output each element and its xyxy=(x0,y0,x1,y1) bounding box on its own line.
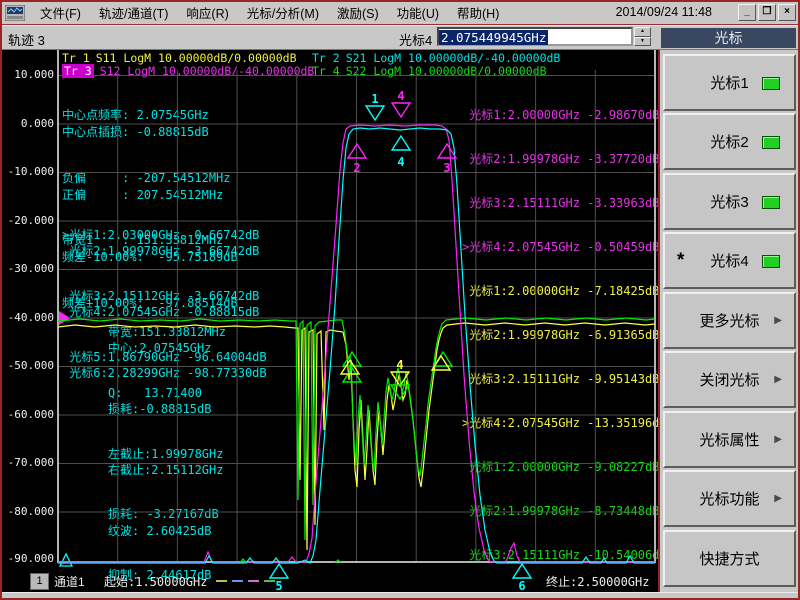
softkey-menu-title: 光标 xyxy=(661,28,796,48)
bottom-edge-strip xyxy=(0,592,800,600)
channel-status-bar: 1 通道1 起始:1.50000GHz 终止:2.50000GHz xyxy=(0,570,660,592)
marker2-on-led xyxy=(762,136,780,149)
marker4-flag-magenta: 4 xyxy=(397,89,404,103)
marker3-flag-label: 3 xyxy=(443,161,450,175)
menu-bar: 文件(F) 轨迹/通道(T) 响应(R) 光标/分析(M) 激励(S) 功能(U… xyxy=(0,0,800,25)
datetime-display: 2014/09/24 11:48 xyxy=(616,5,712,19)
spin-down-button[interactable]: ▼ xyxy=(634,37,651,47)
softkey-marker4[interactable]: *光标4 xyxy=(663,232,796,289)
spin-up-button[interactable]: ▲ xyxy=(634,27,651,37)
filter-stats-readout: 带宽:151.33812MHz中心:2.07545GHz Q: 13.71400… xyxy=(108,296,226,600)
trace4-legend[interactable]: Tr 4S22 LogM 10.00000dB/0.00000dB xyxy=(312,64,547,78)
trace4-color-dash xyxy=(264,580,275,582)
marker-list-traces-3-1-4: 光标1:2.00000GHz -2.98670dB 光标2:1.99978GHz… xyxy=(462,79,667,600)
softkey-marker1[interactable]: 光标1 xyxy=(663,54,796,111)
stop-frequency-label: 终止:2.50000GHz xyxy=(546,573,649,590)
submenu-arrow-icon: ▶ xyxy=(774,493,782,504)
trace3-color-dash xyxy=(248,580,259,582)
softkey-marker3[interactable]: 光标3 xyxy=(663,173,796,230)
restore-button[interactable]: ❐ xyxy=(758,4,776,21)
entry-toolbar: 轨迹 3 光标4 2.075449945GHz ▲ ▼ 光标 xyxy=(0,25,800,50)
menu-marker-analysis[interactable]: 光标/分析(M) xyxy=(238,0,328,25)
marker4-flag-yellow: 4 xyxy=(396,358,403,372)
marker4-on-led xyxy=(762,255,780,268)
softkey-marker-functions[interactable]: 光标功能▶ xyxy=(663,470,796,527)
menu-utility[interactable]: 功能(U) xyxy=(388,0,448,25)
panel-divider xyxy=(658,25,660,592)
trace-bottom-tick xyxy=(335,560,341,563)
channel-number-badge: 1 xyxy=(30,573,49,590)
menu-stimulus[interactable]: 激励(S) xyxy=(328,0,388,25)
trace2-ref-marker xyxy=(60,554,72,566)
menu-trace-channel[interactable]: 轨迹/通道(T) xyxy=(90,0,177,25)
active-trace-label: 轨迹 3 xyxy=(8,30,45,49)
trace2-legend[interactable]: Tr 2S21 LogM 10.00000dB/-40.00000dB xyxy=(312,51,560,65)
trace2-color-dash xyxy=(232,580,243,582)
menu-file[interactable]: 文件(F) xyxy=(31,0,90,25)
trace-bottom-tick xyxy=(240,559,246,563)
marker3-on-led xyxy=(762,196,780,209)
softkey-marker-off[interactable]: 关闭光标▶ xyxy=(663,351,796,408)
marker4-flag-cyan: 4 xyxy=(397,155,404,169)
trace1-color-dash xyxy=(216,580,227,582)
submenu-arrow-icon: ▶ xyxy=(774,374,782,385)
minimize-button[interactable]: _ xyxy=(738,4,756,21)
active-softkey-star: * xyxy=(677,250,684,272)
softkey-panel: 光标1 光标2 光标3 *光标4 更多光标▶ 关闭光标▶ 光标属性▶ 光标功能▶… xyxy=(660,48,800,592)
submenu-arrow-icon: ▶ xyxy=(774,315,782,326)
marker1-on-led xyxy=(762,77,780,90)
marker-entry-label: 光标4 xyxy=(399,30,432,49)
close-button[interactable]: × xyxy=(778,4,796,21)
channel-label: 通道1 xyxy=(54,573,85,590)
marker-frequency-value: 2.075449945GHz xyxy=(439,30,548,45)
submenu-arrow-icon: ▶ xyxy=(774,434,782,445)
vna-application-window: 文件(F) 轨迹/通道(T) 响应(R) 光标/分析(M) 激励(S) 功能(U… xyxy=(0,0,800,600)
trace3-legend-selected[interactable]: Tr 3S12 LogM 10.00000dB/-40.00000dB xyxy=(62,64,314,78)
trace-color-key xyxy=(216,580,275,582)
softkey-marker-properties[interactable]: 光标属性▶ xyxy=(663,411,796,468)
menu-response[interactable]: 响应(R) xyxy=(177,0,237,25)
marker-frequency-input[interactable]: 2.075449945GHz xyxy=(437,27,633,46)
marker1-flag-label: 1 xyxy=(371,92,378,106)
app-icon xyxy=(5,5,25,21)
softkey-marker2[interactable]: 光标2 xyxy=(663,113,796,170)
marker2-flag-label: 2 xyxy=(353,161,360,175)
menu-help[interactable]: 帮助(H) xyxy=(448,0,508,25)
trace1-legend[interactable]: Tr 1S11 LogM 10.00000dB/0.00000dB xyxy=(62,51,297,65)
softkey-more-markers[interactable]: 更多光标▶ xyxy=(663,292,796,349)
start-frequency-label: 起始:1.50000GHz xyxy=(104,573,207,590)
softkey-shortcuts[interactable]: 快捷方式 xyxy=(663,530,796,587)
